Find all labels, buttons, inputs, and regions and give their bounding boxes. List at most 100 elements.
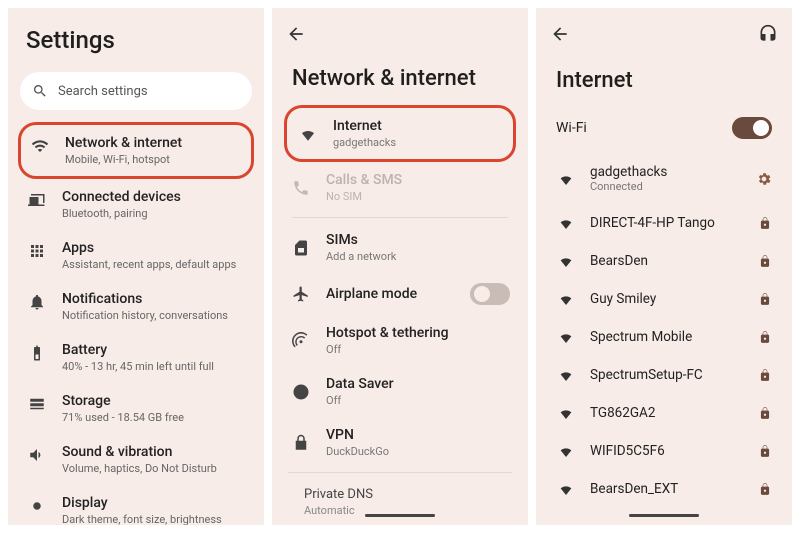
network-right-icon xyxy=(758,216,772,230)
item-title: SIMs xyxy=(326,232,396,248)
top-bar xyxy=(536,8,792,50)
settings-item-connected-devices[interactable]: Connected devices Bluetooth, pairing xyxy=(12,179,260,230)
item-subtitle: Notification history, conversations xyxy=(62,309,228,322)
vpn-icon xyxy=(292,434,310,452)
network-right-icon xyxy=(758,368,772,382)
search-input[interactable]: Search settings xyxy=(20,72,252,110)
wifi-solid-icon xyxy=(558,443,574,459)
network-name: DIRECT-4F-HP Tango xyxy=(590,215,715,231)
network-status: Connected xyxy=(590,180,667,193)
network-name: TG862GA2 xyxy=(590,405,655,421)
item-title: Airplane mode xyxy=(326,286,417,302)
network-name: SpectrumSetup-FC xyxy=(590,367,703,383)
headset-icon[interactable] xyxy=(758,24,778,44)
phone-icon xyxy=(292,179,310,197)
gear-icon xyxy=(756,171,772,187)
item-title: Calls & SMS xyxy=(326,172,402,188)
wifi-toggle[interactable] xyxy=(732,117,772,139)
page-title: Network & internet xyxy=(272,54,528,105)
settings-item-sound-vibration[interactable]: Sound & vibration Volume, haptics, Do No… xyxy=(12,434,260,485)
airplane-icon xyxy=(292,285,310,303)
settings-item-apps[interactable]: Apps Assistant, recent apps, default app… xyxy=(12,230,260,281)
sound-icon xyxy=(28,446,46,464)
item-title: Battery xyxy=(62,342,214,358)
item-title: Sound & vibration xyxy=(62,444,217,460)
network-right-icon xyxy=(758,330,772,344)
wifi-solid-icon xyxy=(558,291,574,307)
nav-bar xyxy=(629,514,699,517)
wifi-toggle-row: Wi-Fi xyxy=(536,109,792,153)
network-right-icon[interactable] xyxy=(756,171,772,187)
item-subtitle: No SIM xyxy=(326,190,402,203)
item-title: Notifications xyxy=(62,291,228,307)
lock-icon xyxy=(758,482,772,496)
search-icon xyxy=(32,83,48,99)
wifi-network-direct-4f-hp-tango[interactable]: DIRECT-4F-HP Tango xyxy=(540,204,788,242)
wifi-network-wifid5c5f6[interactable]: WIFID5C5F6 xyxy=(540,432,788,470)
item-subtitle: Off xyxy=(326,343,449,356)
screen-network-internet: Network & internet Internet gadgethacks … xyxy=(272,8,528,525)
lock-icon xyxy=(758,368,772,382)
wifi-network-bearsden[interactable]: BearsDen xyxy=(540,242,788,280)
page-title: Internet xyxy=(536,50,792,109)
toggle[interactable] xyxy=(470,283,510,305)
hotspot-icon xyxy=(292,332,310,350)
back-icon[interactable] xyxy=(550,24,570,44)
network-right-icon xyxy=(758,444,772,458)
item-subtitle: Dark theme, font size, brightness xyxy=(62,513,222,525)
network-item-airplane-mode[interactable]: Airplane mode xyxy=(276,273,524,315)
wifi-network-tg862ga2[interactable]: TG862GA2 xyxy=(540,394,788,432)
item-title: Apps xyxy=(62,240,236,256)
wifi-solid-icon xyxy=(558,253,574,269)
network-item-hotspot-tethering[interactable]: Hotspot & tethering Off xyxy=(276,315,524,366)
settings-item-network-internet[interactable]: Network & internet Mobile, Wi-Fi, hotspo… xyxy=(18,122,254,179)
item-title: Hotspot & tethering xyxy=(326,325,449,341)
wifi-network-gadgethacks[interactable]: gadgethacks Connected xyxy=(540,153,788,204)
settings-item-display[interactable]: Display Dark theme, font size, brightnes… xyxy=(12,485,260,525)
divider xyxy=(288,472,512,473)
lock-icon xyxy=(758,330,772,344)
back-icon[interactable] xyxy=(286,24,306,44)
network-item-internet[interactable]: Internet gadgethacks xyxy=(284,105,516,162)
wifi-label: Wi-Fi xyxy=(556,120,587,136)
item-title: Connected devices xyxy=(62,189,181,205)
settings-item-storage[interactable]: Storage 71% used - 18.54 GB free xyxy=(12,383,260,434)
wifi-network-spectrum-mobile[interactable]: Spectrum Mobile xyxy=(540,318,788,356)
settings-item-battery[interactable]: Battery 40% - 13 hr, 45 min left until f… xyxy=(12,332,260,383)
network-item-sims[interactable]: SIMs Add a network xyxy=(276,222,524,273)
lock-icon xyxy=(758,254,772,268)
wifi-solid-icon xyxy=(558,329,574,345)
devices-icon xyxy=(28,191,46,209)
wifi-solid-icon xyxy=(558,405,574,421)
network-item-calls-sms[interactable]: Calls & SMS No SIM xyxy=(276,162,524,213)
settings-item-notifications[interactable]: Notifications Notification history, conv… xyxy=(12,281,260,332)
network-right-icon xyxy=(758,406,772,420)
network-item-data-saver[interactable]: Data Saver Off xyxy=(276,366,524,417)
wifi-network-bearsden-ext[interactable]: BearsDen_EXT xyxy=(540,470,788,508)
wifi-solid-icon xyxy=(558,171,574,187)
network-name: BearsDen_EXT xyxy=(590,481,678,497)
private-dns-row[interactable]: Private DNS xyxy=(272,477,528,502)
network-right-icon xyxy=(758,292,772,306)
lock-icon xyxy=(758,444,772,458)
network-item-vpn[interactable]: VPN DuckDuckGo xyxy=(276,417,524,468)
wifi-network-guy-smiley[interactable]: Guy Smiley xyxy=(540,280,788,318)
divider xyxy=(292,217,508,218)
battery-icon xyxy=(28,344,46,362)
item-title: Internet xyxy=(333,118,396,134)
nav-bar xyxy=(365,514,435,517)
item-title: Storage xyxy=(62,393,184,409)
lock-icon xyxy=(758,292,772,306)
item-subtitle: DuckDuckGo xyxy=(326,445,389,458)
network-name: Guy Smiley xyxy=(590,291,656,307)
item-subtitle: 71% used - 18.54 GB free xyxy=(62,411,184,424)
wifi-icon xyxy=(31,137,49,155)
settings-list: Network & internet Mobile, Wi-Fi, hotspo… xyxy=(8,122,264,525)
lock-icon xyxy=(758,216,772,230)
wifi-network-spectrumsetup-fc[interactable]: SpectrumSetup-FC xyxy=(540,356,788,394)
network-name: BearsDen xyxy=(590,253,648,269)
item-title: Data Saver xyxy=(326,376,394,392)
network-name: gadgethacks xyxy=(590,164,667,180)
network-list: Internet gadgethacks Calls & SMS No SIM … xyxy=(272,105,528,468)
item-subtitle: Bluetooth, pairing xyxy=(62,207,181,220)
